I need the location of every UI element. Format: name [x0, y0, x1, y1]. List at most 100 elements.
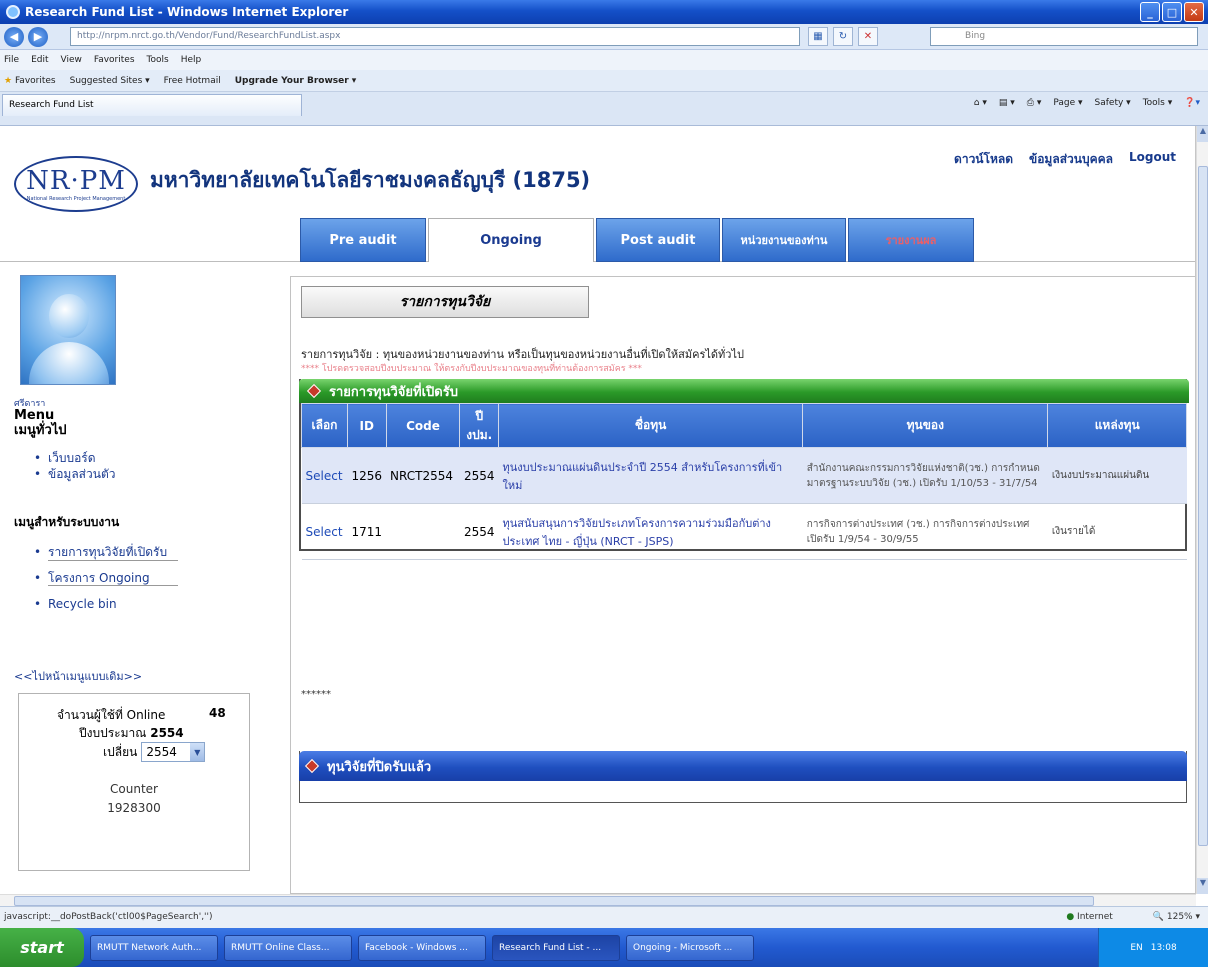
fund-year: 2554: [459, 503, 499, 560]
sidebar-item-webboard[interactable]: เว็บบอร์ด: [34, 450, 115, 466]
search-input[interactable]: Bing: [930, 27, 1198, 46]
refresh-icon[interactable]: ↻: [833, 27, 853, 46]
menu-favorites[interactable]: Favorites: [94, 55, 135, 65]
nrpm-logo[interactable]: NR·PM National Research Project Manageme…: [14, 156, 138, 212]
tab-post-audit[interactable]: Post audit: [596, 218, 720, 262]
col-id: ID: [346, 403, 387, 448]
system-menu: รายการทุนวิจัยที่เปิดรับ โครงการ Ongoing…: [34, 539, 167, 617]
taskbar-button[interactable]: Ongoing - Microsoft ...: [626, 934, 754, 961]
fav-suggested-sites[interactable]: Suggested Sites ▾: [70, 76, 150, 86]
tab-report[interactable]: รายงานผล: [848, 218, 974, 262]
window-title: Research Fund List - Windows Internet Ex…: [25, 5, 349, 19]
taskbar-button[interactable]: RMUTT Network Auth...: [90, 934, 218, 961]
sidebar-item-recycle-bin[interactable]: Recycle bin: [34, 591, 167, 617]
fund-owner: สำนักงานคณะกรรมการวิจัยแห่งชาติ(วช.) การ…: [802, 447, 1048, 504]
top-links: ดาวน์โหลด ข้อมูลส่วนบุคคล Logout: [954, 150, 1176, 169]
menu-bar: File Edit View Favorites Tools Help: [0, 50, 1208, 70]
table-row: Select 1256 NRCT2554 2554 ทุนงบประมาณแผ่…: [301, 447, 1187, 504]
online-stats-box: จำนวนผู้ใช้ที่ Online 48 ปีงบประมาณ 2554…: [18, 693, 250, 871]
taskbar-button[interactable]: Facebook - Windows ...: [358, 934, 486, 961]
menu-heading: Menu เมนูทั่วไป: [14, 408, 67, 438]
menu-view[interactable]: View: [61, 55, 82, 65]
sidebar-item-open-funds[interactable]: รายการทุนวิจัยที่เปิดรับ: [34, 539, 167, 565]
logout-link[interactable]: Logout: [1129, 150, 1176, 169]
scroll-thumb[interactable]: [1198, 166, 1208, 846]
back-button[interactable]: ◀: [4, 26, 24, 47]
page-menu[interactable]: Page ▾: [1053, 98, 1082, 108]
budget-row: ปีงบประมาณ 2554: [79, 724, 184, 743]
closed-funds-header: ทุนวิจัยที่ปิดรับแล้ว: [299, 751, 1187, 781]
safety-menu[interactable]: Safety ▾: [1095, 98, 1131, 108]
page-title: รายการทุนวิจัย: [301, 286, 589, 318]
tab-your-unit[interactable]: หน่วยงานของท่าน: [722, 218, 846, 262]
stop-icon[interactable]: ✕: [858, 27, 878, 46]
select-link[interactable]: Select: [301, 447, 348, 504]
browser-tab[interactable]: Research Fund List: [2, 94, 302, 116]
table-row: Select 1711 2554 ทุนสนับสนุนการวิจัยประเ…: [301, 503, 1187, 560]
menu-subtitle: เมนูทั่วไป: [14, 423, 67, 438]
menu-file[interactable]: File: [4, 55, 19, 65]
feeds-icon[interactable]: ▤ ▾: [999, 98, 1015, 108]
star-icon: ★: [4, 75, 13, 86]
taskbar: start RMUTT Network Auth... RMUTT Online…: [0, 928, 1208, 967]
fav-free-hotmail[interactable]: Free Hotmail: [164, 76, 221, 86]
col-code: Code: [385, 403, 461, 448]
zoom-level[interactable]: 🔍 125% ▾: [1153, 907, 1200, 927]
start-button[interactable]: start: [0, 928, 84, 967]
fund-id: 1256: [347, 447, 387, 504]
home-icon[interactable]: ⌂ ▾: [974, 98, 987, 108]
fund-name-link[interactable]: ทุนสนับสนุนการวิจัยประเภทโครงการความร่วม…: [498, 503, 803, 560]
scroll-down-icon[interactable]: ▼: [1197, 878, 1208, 894]
open-funds-table: เลือก ID Code ปี งปม. ชื่อทุน ทุนของ แหล…: [301, 403, 1187, 560]
menu-tools[interactable]: Tools: [147, 55, 169, 65]
print-icon[interactable]: ⎙ ▾: [1027, 98, 1042, 108]
fund-source: เงินรายได้: [1047, 503, 1187, 560]
sidebar: ศรีดารา Menu เมนูทั่วไป เว็บบอร์ด ข้อมูล…: [0, 263, 286, 894]
close-button[interactable]: ✕: [1184, 2, 1204, 22]
col-select: เลือก: [301, 403, 348, 448]
vertical-scrollbar[interactable]: ▲ ▼: [1196, 126, 1208, 894]
profile-link[interactable]: ข้อมูลส่วนบุคคล: [1029, 150, 1113, 169]
horizontal-scrollbar[interactable]: [0, 894, 1196, 906]
tab-ongoing[interactable]: Ongoing: [428, 218, 594, 262]
section-bullet-icon: [304, 758, 320, 774]
help-icon[interactable]: ❓▾: [1184, 98, 1200, 108]
year-change-row: เปลี่ยน 2554 ▼: [103, 742, 206, 762]
counter-value: 1928300: [107, 801, 161, 815]
fund-name-link[interactable]: ทุนงบประมาณแผ่นดินประจำปี 2554 สำหรับโคร…: [498, 447, 803, 504]
scroll-up-icon[interactable]: ▲: [1197, 126, 1208, 142]
university-name: มหาวิทยาลัยเทคโนโลยีราชมงคลธัญบุรี (1875…: [150, 168, 591, 192]
forward-button[interactable]: ▶: [28, 26, 48, 47]
tools-menu[interactable]: Tools ▾: [1143, 98, 1173, 108]
command-bar: ⌂ ▾ ▤ ▾ ⎙ ▾ Page ▾ Safety ▾ Tools ▾ ❓▾: [974, 98, 1200, 108]
select-link[interactable]: Select: [301, 503, 348, 560]
divider: [48, 560, 178, 561]
closed-funds-section: ทุนวิจัยที่ปิดรับแล้ว: [299, 751, 1187, 803]
hscroll-thumb[interactable]: [14, 896, 1094, 906]
tab-pre-audit[interactable]: Pre audit: [300, 218, 426, 262]
minimize-button[interactable]: _: [1140, 2, 1160, 22]
address-input[interactable]: http://nrpm.nrct.go.th/Vendor/Fund/Resea…: [70, 27, 800, 46]
status-bar: javascript:__doPostBack('ctl00$PageSearc…: [0, 906, 1208, 928]
online-count: 48: [209, 706, 226, 720]
language-indicator[interactable]: EN: [1130, 943, 1142, 953]
budget-label: ปีงบประมาณ: [79, 726, 147, 740]
favorites-bar: ★ Favorites Suggested Sites ▾ Free Hotma…: [0, 70, 1208, 92]
year-select[interactable]: 2554 ▼: [141, 742, 206, 762]
section-bullet-icon: [306, 383, 322, 399]
maximize-button[interactable]: □: [1162, 2, 1182, 22]
taskbar-button[interactable]: RMUTT Online Class...: [224, 934, 352, 961]
download-link[interactable]: ดาวน์โหลด: [954, 150, 1013, 169]
menu-help[interactable]: Help: [181, 55, 202, 65]
compatibility-icon[interactable]: ▦: [808, 27, 828, 46]
old-menu-link[interactable]: <<ไปหน้าเมนูแบบเดิม>>: [14, 667, 142, 685]
menu-edit[interactable]: Edit: [31, 55, 48, 65]
sidebar-item-profile[interactable]: ข้อมูลส่วนตัว: [34, 466, 116, 482]
sidebar-item-ongoing[interactable]: โครงการ Ongoing: [34, 565, 167, 591]
fav-upgrade-browser[interactable]: Upgrade Your Browser ▾: [235, 76, 357, 86]
favorites-button[interactable]: ★ Favorites: [4, 76, 56, 86]
open-funds-section: รายการทุนวิจัยที่เปิดรับ เลือก ID Code ป…: [299, 379, 1189, 560]
online-label: จำนวนผู้ใช้ที่ Online: [57, 708, 166, 722]
taskbar-button-active[interactable]: Research Fund List - ...: [492, 934, 620, 961]
col-owner: ทุนของ: [802, 403, 1049, 448]
